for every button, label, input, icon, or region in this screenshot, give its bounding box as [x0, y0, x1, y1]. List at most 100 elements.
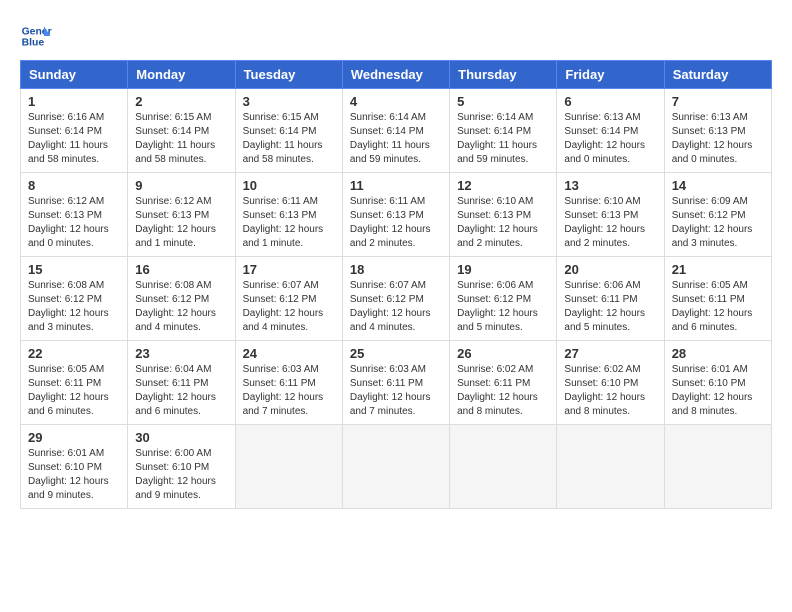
calendar-cell: 2 Sunrise: 6:15 AM Sunset: 6:14 PM Daylig…: [128, 89, 235, 173]
calendar-cell: 23Sunrise: 6:04 AM Sunset: 6:11 PM Dayli…: [128, 341, 235, 425]
calendar-cell: 28 Sunrise: 6:01 AM Sunset: 6:10 PM Dayli…: [664, 341, 771, 425]
column-header-friday: Friday: [557, 61, 664, 89]
day-number: 1: [28, 94, 120, 109]
day-info: Sunrise: 6:05 AM Sunset: 6:11 PM Dayligh…: [672, 279, 764, 335]
day-number: 7: [672, 94, 764, 109]
calendar-cell: 26 Sunrise: 6:02 AM Sunset: 6:11 PM Dayli…: [450, 341, 557, 425]
day-number: 26: [457, 346, 549, 361]
calendar-header-row: SundayMondayTuesdayWednesdayThursdayFrid…: [21, 61, 772, 89]
calendar-cell: [235, 425, 342, 509]
day-number: 10: [243, 178, 335, 193]
calendar-cell: 30 Sunrise: 6:00 AM Sunset: 6:10 PM Dayli…: [128, 425, 235, 509]
calendar-cell: 24 Sunrise: 6:03 AM Sunset: 6:11 PM Dayli…: [235, 341, 342, 425]
day-number: 28: [672, 346, 764, 361]
day-number: 13: [564, 178, 656, 193]
day-number: 25: [350, 346, 442, 361]
day-info: Sunrise: 6:15 AM Sunset: 6:14 PM Dayligh…: [243, 111, 335, 167]
calendar-cell: 11 Sunrise: 6:11 AM Sunset: 6:13 PM Dayli…: [342, 173, 449, 257]
calendar-cell: 3 Sunrise: 6:15 AM Sunset: 6:14 PM Daylig…: [235, 89, 342, 173]
day-info: Sunrise: 6:10 AM Sunset: 6:13 PM Dayligh…: [564, 195, 656, 251]
day-number: 4: [350, 94, 442, 109]
column-header-thursday: Thursday: [450, 61, 557, 89]
day-info: Sunrise: 6:04 AM Sunset: 6:11 PM Dayligh…: [135, 363, 227, 419]
day-number: 22: [28, 346, 120, 361]
day-number: 18: [350, 262, 442, 277]
column-header-monday: Monday: [128, 61, 235, 89]
calendar-cell: [557, 425, 664, 509]
day-info: Sunrise: 6:06 AM Sunset: 6:11 PM Dayligh…: [564, 279, 656, 335]
page-header: General Blue: [20, 20, 772, 52]
calendar-cell: 10 Sunrise: 6:11 AM Sunset: 6:13 PM Dayli…: [235, 173, 342, 257]
calendar-cell: 14 Sunrise: 6:09 AM Sunset: 6:12 PM Dayli…: [664, 173, 771, 257]
calendar-cell: 20 Sunrise: 6:06 AM Sunset: 6:11 PM Dayli…: [557, 257, 664, 341]
day-info: Sunrise: 6:11 AM Sunset: 6:13 PM Dayligh…: [350, 195, 442, 251]
day-number: 27: [564, 346, 656, 361]
calendar-cell: 25 Sunrise: 6:03 AM Sunset: 6:11 PM Dayli…: [342, 341, 449, 425]
day-number: 14: [672, 178, 764, 193]
day-number: 16: [135, 262, 227, 277]
calendar-week-row: 1 Sunrise: 6:16 AM Sunset: 6:14 PM Daylig…: [21, 89, 772, 173]
calendar-cell: 29Sunrise: 6:01 AM Sunset: 6:10 PM Dayli…: [21, 425, 128, 509]
calendar-week-row: 8 Sunrise: 6:12 AM Sunset: 6:13 PM Daylig…: [21, 173, 772, 257]
day-info: Sunrise: 6:01 AM Sunset: 6:10 PM Dayligh…: [672, 363, 764, 419]
day-number: 20: [564, 262, 656, 277]
calendar-week-row: 29Sunrise: 6:01 AM Sunset: 6:10 PM Dayli…: [21, 425, 772, 509]
column-header-tuesday: Tuesday: [235, 61, 342, 89]
day-number: 24: [243, 346, 335, 361]
day-info: Sunrise: 6:08 AM Sunset: 6:12 PM Dayligh…: [28, 279, 120, 335]
calendar-cell: 18 Sunrise: 6:07 AM Sunset: 6:12 PM Dayli…: [342, 257, 449, 341]
day-info: Sunrise: 6:03 AM Sunset: 6:11 PM Dayligh…: [243, 363, 335, 419]
day-info: Sunrise: 6:08 AM Sunset: 6:12 PM Dayligh…: [135, 279, 227, 335]
day-number: 8: [28, 178, 120, 193]
day-info: Sunrise: 6:12 AM Sunset: 6:13 PM Dayligh…: [28, 195, 120, 251]
calendar-cell: 16 Sunrise: 6:08 AM Sunset: 6:12 PM Dayli…: [128, 257, 235, 341]
day-number: 19: [457, 262, 549, 277]
logo-icon: General Blue: [20, 20, 52, 52]
day-info: Sunrise: 6:07 AM Sunset: 6:12 PM Dayligh…: [350, 279, 442, 335]
day-info: Sunrise: 6:13 AM Sunset: 6:13 PM Dayligh…: [672, 111, 764, 167]
logo: General Blue: [20, 20, 52, 52]
calendar-cell: 15 Sunrise: 6:08 AM Sunset: 6:12 PM Dayli…: [21, 257, 128, 341]
day-info: Sunrise: 6:03 AM Sunset: 6:11 PM Dayligh…: [350, 363, 442, 419]
calendar-cell: 19 Sunrise: 6:06 AM Sunset: 6:12 PM Dayli…: [450, 257, 557, 341]
day-info: Sunrise: 6:02 AM Sunset: 6:11 PM Dayligh…: [457, 363, 549, 419]
calendar-cell: 13 Sunrise: 6:10 AM Sunset: 6:13 PM Dayli…: [557, 173, 664, 257]
calendar-cell: 7 Sunrise: 6:13 AM Sunset: 6:13 PM Daylig…: [664, 89, 771, 173]
day-info: Sunrise: 6:12 AM Sunset: 6:13 PM Dayligh…: [135, 195, 227, 251]
day-number: 11: [350, 178, 442, 193]
day-number: 9: [135, 178, 227, 193]
day-info: Sunrise: 6:14 AM Sunset: 6:14 PM Dayligh…: [350, 111, 442, 167]
day-number: 15: [28, 262, 120, 277]
day-info: Sunrise: 6:01 AM Sunset: 6:10 PM Dayligh…: [28, 447, 120, 503]
calendar-cell: 1 Sunrise: 6:16 AM Sunset: 6:14 PM Daylig…: [21, 89, 128, 173]
day-number: 21: [672, 262, 764, 277]
svg-text:Blue: Blue: [22, 38, 45, 49]
day-number: 6: [564, 94, 656, 109]
day-info: Sunrise: 6:15 AM Sunset: 6:14 PM Dayligh…: [135, 111, 227, 167]
day-info: Sunrise: 6:00 AM Sunset: 6:10 PM Dayligh…: [135, 447, 227, 503]
calendar-table: SundayMondayTuesdayWednesdayThursdayFrid…: [20, 60, 772, 509]
calendar-cell: 21 Sunrise: 6:05 AM Sunset: 6:11 PM Dayli…: [664, 257, 771, 341]
day-number: 3: [243, 94, 335, 109]
calendar-week-row: 15 Sunrise: 6:08 AM Sunset: 6:12 PM Dayli…: [21, 257, 772, 341]
day-number: 2: [135, 94, 227, 109]
calendar-cell: [450, 425, 557, 509]
day-number: 30: [135, 430, 227, 445]
day-info: Sunrise: 6:11 AM Sunset: 6:13 PM Dayligh…: [243, 195, 335, 251]
calendar-cell: 27 Sunrise: 6:02 AM Sunset: 6:10 PM Dayli…: [557, 341, 664, 425]
calendar-cell: 9 Sunrise: 6:12 AM Sunset: 6:13 PM Daylig…: [128, 173, 235, 257]
day-info: Sunrise: 6:07 AM Sunset: 6:12 PM Dayligh…: [243, 279, 335, 335]
calendar-cell: 4 Sunrise: 6:14 AM Sunset: 6:14 PM Daylig…: [342, 89, 449, 173]
column-header-sunday: Sunday: [21, 61, 128, 89]
calendar-cell: 12Sunrise: 6:10 AM Sunset: 6:13 PM Dayli…: [450, 173, 557, 257]
day-info: Sunrise: 6:09 AM Sunset: 6:12 PM Dayligh…: [672, 195, 764, 251]
day-info: Sunrise: 6:06 AM Sunset: 6:12 PM Dayligh…: [457, 279, 549, 335]
calendar-cell: 8 Sunrise: 6:12 AM Sunset: 6:13 PM Daylig…: [21, 173, 128, 257]
calendar-cell: 17Sunrise: 6:07 AM Sunset: 6:12 PM Dayli…: [235, 257, 342, 341]
column-header-saturday: Saturday: [664, 61, 771, 89]
day-number: 5: [457, 94, 549, 109]
calendar-cell: [664, 425, 771, 509]
day-info: Sunrise: 6:02 AM Sunset: 6:10 PM Dayligh…: [564, 363, 656, 419]
day-info: Sunrise: 6:16 AM Sunset: 6:14 PM Dayligh…: [28, 111, 120, 167]
calendar-cell: 22Sunrise: 6:05 AM Sunset: 6:11 PM Dayli…: [21, 341, 128, 425]
